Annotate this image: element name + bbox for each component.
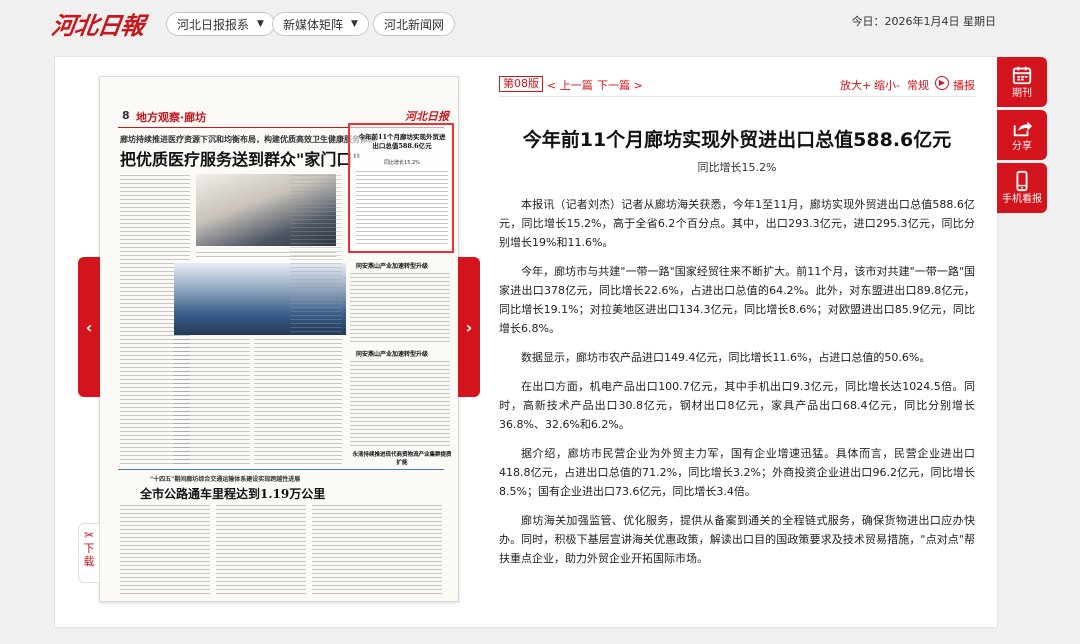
article-paragraph: 本报讯（记者刘杰）记者从廊坊海关获悉，今年1至11月，廊坊实现外贸进出口总值58… <box>499 198 975 249</box>
download-button[interactable]: ✂ 下载 <box>78 523 100 583</box>
nav-hebei-daily-group[interactable]: 河北日报报系 ▼ <box>166 12 275 36</box>
paper-masthead: 河北日报 <box>405 110 449 123</box>
selected-article-highlight[interactable]: 今年前11个月廊坊实现外贸进出口总值588.6亿元 同比增长15.2% <box>348 123 454 253</box>
chevron-left-icon: ‹ <box>85 317 93 337</box>
zoom-in-button[interactable]: 放大+ <box>840 77 871 93</box>
text-column <box>350 273 450 345</box>
text-column <box>356 171 448 247</box>
text-column <box>120 505 210 597</box>
nav-label: 新媒体矩阵 <box>283 17 344 32</box>
mobile-icon <box>1016 170 1028 192</box>
article-body: 本报讯（记者刘杰）记者从廊坊海关获悉，今年1至11月，廊坊实现外贸进出口总值58… <box>499 195 975 578</box>
share-icon <box>1013 121 1033 137</box>
text-column <box>290 175 342 335</box>
story-title[interactable]: 同安燕山产业加速转型升级 <box>356 349 428 358</box>
nav-label: 河北新闻网 <box>384 17 445 32</box>
text-column <box>350 361 450 447</box>
bottom-headline[interactable]: 全市公路通车里程达到1.19万公里 <box>140 485 325 502</box>
next-article-link[interactable]: 下一篇 > <box>597 77 643 93</box>
text-column <box>174 339 250 465</box>
next-page-button[interactable]: › <box>458 257 480 397</box>
share-button[interactable]: 分享 <box>997 110 1047 160</box>
tool-label: 手机看报 <box>1002 194 1042 205</box>
nav-label: 河北日报报系 <box>177 17 250 32</box>
download-label: 下载 <box>83 542 95 568</box>
calendar-icon <box>1012 66 1032 85</box>
previous-page-button[interactable]: ‹ <box>78 257 100 397</box>
text-column <box>216 505 306 597</box>
top-bar: 河北日報 河北日报报系 ▼ 新媒体矩阵 ▼ 河北新闻网 今日：2026年1月4日… <box>0 0 1080 46</box>
tool-label: 期刊 <box>1012 88 1032 99</box>
chevron-down-icon: ▼ <box>351 19 358 29</box>
section-divider <box>118 469 444 470</box>
text-column <box>254 339 342 465</box>
article-paragraph: 数据显示，廊坊市农产品进口149.4亿元，同比增长11.6%，占进口总值的50.… <box>521 351 931 364</box>
paper-headline[interactable]: 把优质医疗服务送到群众"家门口" <box>120 146 361 170</box>
article-paragraph: 在出口方面，机电产品出口100.7亿元，其中手机出口9.3亿元，同比增长达102… <box>499 380 975 431</box>
scissors-icon: ✂ <box>83 528 95 542</box>
paper-page-number: 8 <box>122 109 130 122</box>
paper-section: 地方观察·廊坊 <box>136 111 207 124</box>
highlight-title: 今年前11个月廊坊实现外贸进出口总值588.6亿元 <box>358 133 446 150</box>
current-date: 今日：2026年1月4日 星期日 <box>851 15 997 28</box>
newspaper-page[interactable]: 8 地方观察·廊坊 河北日报 廊坊持续推进医疗资源下沉和均衡布局，构建优质高效卫… <box>99 76 459 602</box>
site-logo[interactable]: 河北日報 <box>49 8 146 40</box>
toolbar-divider <box>499 96 975 97</box>
logo-text: 河北日報 <box>49 10 146 40</box>
mobile-reading-button[interactable]: 手机看报 <box>997 163 1047 213</box>
normal-size-button[interactable]: 常规 <box>907 77 929 93</box>
article-paragraph: 廊坊海关加强监管、优化服务，提供从备案到通关的全程链式服务，确保货物进出口应办快… <box>499 514 975 565</box>
highlight-subtitle: 同比增长15.2% <box>384 160 420 166</box>
play-audio-button[interactable]: 播报 <box>953 77 975 93</box>
zoom-out-button[interactable]: 缩小- <box>874 77 900 93</box>
previous-article-link[interactable]: < 上一篇 <box>547 77 593 93</box>
play-audio-icon[interactable]: ▶ <box>935 76 949 90</box>
article-paragraph: 据介绍，廊坊市民营企业为外贸主力军，国有企业增速迅猛。具体而言，民营企业进出口4… <box>499 447 975 498</box>
paper-subhead: 廊坊持续推进医疗资源下沉和均衡布局，构建优质高效卫生健康服务体系 <box>120 135 376 144</box>
bottom-subhead: "十四五"期间廊坊综合交通运输体系建设实现跨越性进展 <box>150 476 301 483</box>
chevron-down-icon: ▼ <box>257 19 264 29</box>
story-title[interactable]: 同安燕山产业加速转型升级 <box>356 261 428 270</box>
article-subtitle: 同比增长15.2% <box>697 161 777 174</box>
nav-hebei-news[interactable]: 河北新闻网 <box>373 12 456 36</box>
article-toolbar: 第08版 < 上一篇 下一篇 > 放大+ 缩小- 常规 ▶ 播报 <box>499 76 975 94</box>
article-paragraph: 今年，廊坊市与共建"一带一路"国家经贸往来不断扩大。前11个月，该市对共建"一带… <box>499 265 975 335</box>
chevron-right-icon: › <box>465 317 473 337</box>
story-title[interactable]: 永清持续推进现代商贸物流产业集群提质扩能 <box>352 451 452 467</box>
text-column <box>312 505 442 597</box>
nav-new-media[interactable]: 新媒体矩阵 ▼ <box>272 12 369 36</box>
article-title: 今年前11个月廊坊实现外贸进出口总值588.6亿元 <box>522 129 952 151</box>
edition-badge: 第08版 <box>499 76 543 92</box>
tool-label: 分享 <box>1012 141 1032 152</box>
periodical-button[interactable]: 期刊 <box>997 57 1047 107</box>
